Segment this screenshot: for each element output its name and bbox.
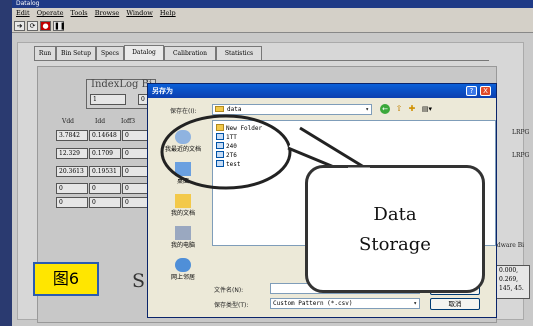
callout-text: Data Storage xyxy=(305,200,485,260)
callout-line2: Storage xyxy=(359,234,431,255)
app-window: Datalog Edit Operate Tools Browse Window… xyxy=(0,0,533,326)
callout-line1: Data xyxy=(373,204,417,225)
highlight-ellipse xyxy=(160,114,292,190)
